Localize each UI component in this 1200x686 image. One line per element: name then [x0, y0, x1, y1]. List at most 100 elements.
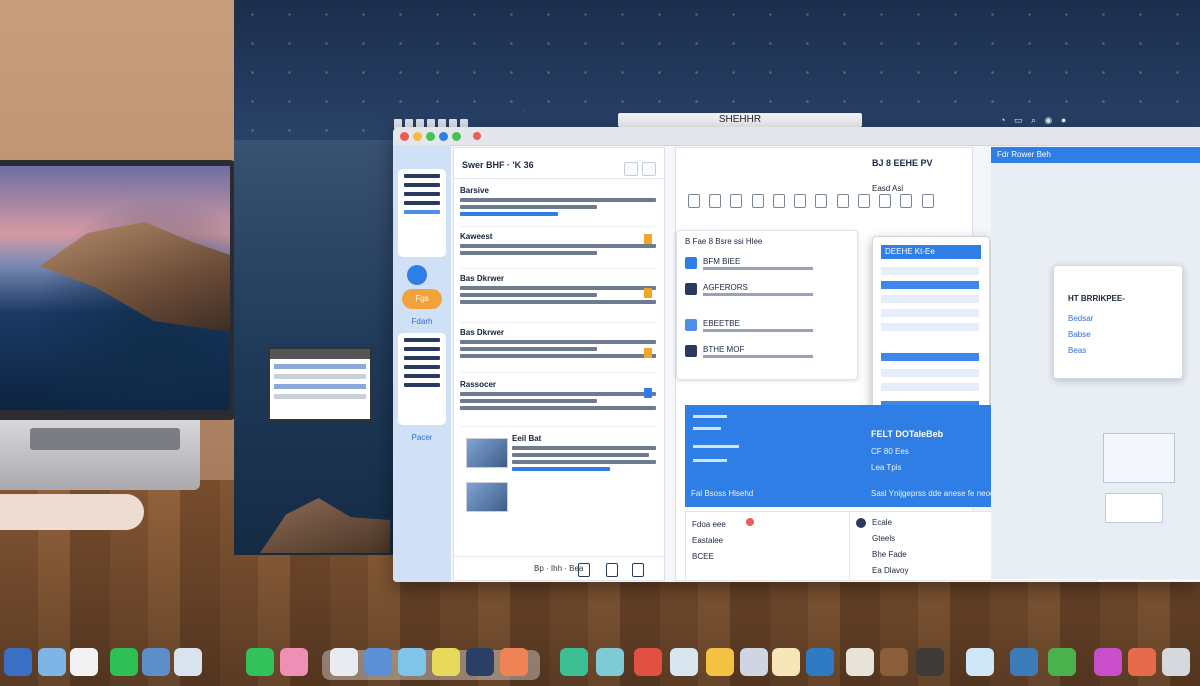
app-icon[interactable] — [1128, 648, 1156, 676]
wifi-icon[interactable]: ◔ — [1000, 115, 1005, 125]
list-item[interactable]: Kaweest — [460, 232, 656, 269]
info-icon[interactable] — [644, 388, 652, 398]
app-icon[interactable] — [740, 648, 768, 676]
app-icon[interactable] — [966, 648, 994, 676]
calendar-icon[interactable] — [70, 648, 98, 676]
document-row[interactable]: AGFERORS — [685, 283, 850, 303]
list-item[interactable]: Eeil Bat — [460, 434, 656, 552]
bold-icon[interactable] — [688, 194, 700, 208]
document-row[interactable]: BTHE MOF — [685, 345, 850, 365]
document-row[interactable]: BFM BIEE — [685, 257, 850, 277]
link-icon[interactable] — [772, 194, 785, 208]
phone-icon[interactable] — [110, 648, 138, 676]
notes-icon[interactable] — [432, 648, 460, 676]
minimized-window-thumbnail[interactable] — [268, 347, 372, 421]
sidebar-badge[interactable]: Fgs — [402, 289, 442, 309]
sidebar-group-bottom[interactable] — [398, 333, 446, 425]
control-center-icon[interactable]: ◉ — [1045, 115, 1053, 126]
globe-icon[interactable] — [1010, 648, 1038, 676]
app-icon[interactable] — [670, 648, 698, 676]
italic-icon[interactable] — [709, 194, 722, 208]
close-button[interactable] — [400, 132, 409, 141]
messages-icon[interactable] — [246, 648, 274, 676]
reply-icon[interactable] — [632, 563, 644, 577]
image-icon[interactable] — [794, 194, 807, 208]
image-thumbnail[interactable] — [466, 482, 508, 512]
finder-icon[interactable] — [4, 648, 32, 676]
compose-icon[interactable] — [624, 162, 638, 176]
app-icon[interactable] — [916, 648, 944, 676]
app-icon[interactable] — [330, 648, 358, 676]
zoom-button[interactable] — [426, 132, 435, 141]
battery-icon[interactable]: ▭ — [1014, 115, 1023, 126]
app-icon[interactable] — [560, 648, 588, 676]
info-card[interactable]: HT BRRIKPEE- Bedsar Babse Beas — [1053, 265, 1183, 379]
list-item[interactable]: Bas Dkrwer — [460, 274, 656, 323]
flag-icon[interactable] — [644, 288, 652, 298]
app-icon[interactable] — [596, 648, 624, 676]
list-item[interactable]: Rassocer — [460, 380, 656, 427]
bottom-right-item[interactable]: Bhe Fade — [872, 550, 907, 559]
info-card-row[interactable]: Babse — [1068, 330, 1091, 339]
color-icon[interactable] — [921, 194, 934, 208]
list-header: Swer BHF · 'K 36 — [454, 148, 664, 179]
info-card-row[interactable]: Beas — [1068, 346, 1086, 355]
bottom-left-item[interactable]: Fdoa eee — [692, 520, 726, 529]
flag-icon[interactable] — [644, 348, 652, 358]
app-icon[interactable] — [634, 648, 662, 676]
safari-icon[interactable] — [174, 648, 202, 676]
list-item[interactable]: Barsive — [460, 186, 656, 227]
menubar-title: SHEHHR — [618, 113, 862, 127]
app-icon[interactable] — [846, 648, 874, 676]
more-icon[interactable] — [879, 194, 892, 208]
app-icon[interactable] — [1094, 648, 1122, 676]
bottom-right-item[interactable]: Gteels — [872, 534, 895, 543]
flag-icon[interactable] — [644, 234, 652, 244]
app-icon[interactable] — [806, 648, 834, 676]
green-dot-icon[interactable] — [452, 132, 461, 141]
archive-icon[interactable] — [578, 563, 590, 577]
app-icon[interactable] — [364, 648, 392, 676]
bottom-right-item[interactable]: Ecale — [872, 518, 892, 527]
app-icon[interactable] — [772, 648, 800, 676]
attach-icon[interactable] — [836, 194, 849, 208]
window-titlebar — [393, 127, 1200, 146]
app-tile[interactable] — [1105, 493, 1163, 523]
info-card-row[interactable]: Bedsar — [1068, 314, 1093, 323]
list-icon[interactable] — [751, 194, 764, 208]
list-item[interactable]: Bas Dkrwer — [460, 328, 656, 373]
document-row[interactable]: EBEETBE — [685, 319, 850, 339]
app-icon[interactable] — [880, 648, 908, 676]
filter-icon[interactable] — [642, 162, 656, 176]
app-icon[interactable] — [500, 648, 528, 676]
note-widget[interactable] — [1103, 433, 1175, 483]
sidebar-group-top[interactable] — [398, 169, 446, 257]
sidebar-label-bottom[interactable]: Pacer — [398, 433, 446, 442]
keyboard — [30, 428, 180, 450]
record-icon[interactable] — [473, 132, 481, 140]
app-icon[interactable] — [142, 648, 170, 676]
photos-icon[interactable] — [280, 648, 308, 676]
doc-icon — [685, 319, 697, 331]
app-icon[interactable] — [706, 648, 734, 676]
blue-dot-icon[interactable] — [439, 132, 448, 141]
table-icon[interactable] — [815, 194, 828, 208]
image-thumbnail[interactable] — [466, 438, 508, 468]
user-icon[interactable]: ● — [1061, 115, 1066, 125]
font-icon[interactable] — [900, 194, 913, 208]
maps-icon[interactable] — [398, 648, 426, 676]
app-icon[interactable] — [1162, 648, 1190, 676]
app-icon[interactable] — [466, 648, 494, 676]
emoji-icon[interactable] — [857, 194, 870, 208]
app-icon[interactable] — [1048, 648, 1076, 676]
sidebar-avatar[interactable] — [407, 265, 427, 285]
app-icon[interactable] — [38, 648, 66, 676]
bottom-left-item[interactable]: Eastalee — [692, 536, 723, 545]
trash-icon[interactable] — [606, 563, 618, 577]
bottom-left-item[interactable]: BCEE — [692, 552, 714, 561]
bottom-right-item[interactable]: Ea Dlavoy — [872, 566, 908, 575]
minimize-button[interactable] — [413, 132, 422, 141]
underline-icon[interactable] — [730, 194, 743, 208]
search-icon[interactable]: ⌕ — [1031, 115, 1036, 126]
sidebar-label[interactable]: Fdarh — [398, 317, 446, 326]
